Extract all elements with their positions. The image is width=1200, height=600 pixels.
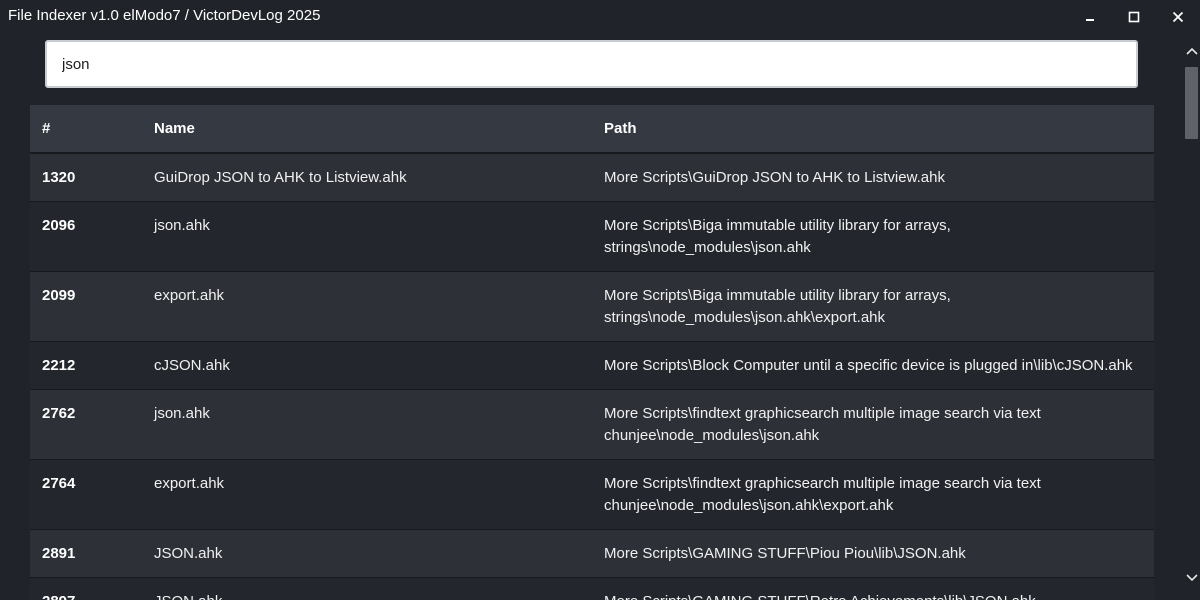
row-path: More Scripts\Biga immutable utility libr… xyxy=(604,287,951,326)
minimize-button[interactable] xyxy=(1068,0,1112,34)
close-button[interactable] xyxy=(1156,0,1200,34)
row-number: 1320 xyxy=(42,169,76,186)
row-path: More Scripts\GuiDrop JSON to AHK to List… xyxy=(604,169,945,186)
table-row[interactable]: 2764 export.ahk More Scripts\findtext gr… xyxy=(30,460,1154,530)
chevron-down-icon xyxy=(1185,573,1198,581)
row-number: 2891 xyxy=(42,545,76,562)
row-path: More Scripts\findtext graphicsearch mult… xyxy=(604,405,1041,444)
row-path: More Scripts\GAMING STUFF\Retro Achievem… xyxy=(604,591,1144,600)
row-path: More Scripts\Biga immutable utility libr… xyxy=(604,217,951,256)
row-name: export.ahk xyxy=(154,475,225,492)
row-name: JSON.ahk xyxy=(154,591,222,600)
row-number: 2096 xyxy=(42,217,76,234)
close-icon xyxy=(1172,11,1184,23)
minimize-icon xyxy=(1086,19,1094,21)
column-header-number[interactable]: # xyxy=(42,105,50,152)
row-name: json.ahk xyxy=(154,405,210,422)
row-name: json.ahk xyxy=(154,217,210,234)
row-number: 2897 xyxy=(42,591,75,600)
scroll-up-button[interactable] xyxy=(1183,42,1200,59)
chevron-up-icon xyxy=(1185,47,1198,55)
row-path: More Scripts\findtext graphicsearch mult… xyxy=(604,475,1041,514)
table-row[interactable]: 2096 json.ahk More Scripts\Biga immutabl… xyxy=(30,202,1154,272)
table-row[interactable]: 2891 JSON.ahk More Scripts\GAMING STUFF\… xyxy=(30,530,1154,578)
column-header-name[interactable]: Name xyxy=(154,105,195,152)
row-number: 2762 xyxy=(42,405,76,422)
scrollbar-thumb[interactable] xyxy=(1185,67,1198,139)
row-name: GuiDrop JSON to AHK to Listview.ahk xyxy=(154,169,407,186)
table-row[interactable]: 2762 json.ahk More Scripts\findtext grap… xyxy=(30,390,1154,460)
table-row[interactable]: 2897 JSON.ahk More Scripts\GAMING STUFF\… xyxy=(30,578,1154,600)
row-path: More Scripts\Block Computer until a spec… xyxy=(604,357,1133,374)
maximize-icon xyxy=(1128,11,1140,23)
table-row[interactable]: 2212 cJSON.ahk More Scripts\Block Comput… xyxy=(30,342,1154,390)
window-title: File Indexer v1.0 elModo7 / VictorDevLog… xyxy=(8,7,321,24)
maximize-button[interactable] xyxy=(1112,0,1156,34)
row-number: 2212 xyxy=(42,357,76,374)
title-bar[interactable]: File Indexer v1.0 elModo7 / VictorDevLog… xyxy=(0,0,1200,34)
vertical-scrollbar[interactable] xyxy=(1183,34,1200,600)
table-row[interactable]: 2099 export.ahk More Scripts\Biga immuta… xyxy=(30,272,1154,342)
row-name: JSON.ahk xyxy=(154,545,223,562)
search-input[interactable] xyxy=(47,42,1136,86)
row-number: 2764 xyxy=(42,475,76,492)
row-path: More Scripts\GAMING STUFF\Piou Piou\lib\… xyxy=(604,545,966,562)
search-box[interactable] xyxy=(45,40,1138,88)
table-header: # Name Path xyxy=(30,105,1154,154)
column-header-path[interactable]: Path xyxy=(604,105,637,152)
row-number: 2099 xyxy=(42,287,76,304)
results-table: # Name Path 1320 GuiDrop JSON to AHK to … xyxy=(30,105,1154,600)
table-row[interactable]: 1320 GuiDrop JSON to AHK to Listview.ahk… xyxy=(30,154,1154,202)
row-name: export.ahk xyxy=(154,287,225,304)
scroll-down-button[interactable] xyxy=(1183,569,1200,586)
row-name: cJSON.ahk xyxy=(154,357,230,374)
